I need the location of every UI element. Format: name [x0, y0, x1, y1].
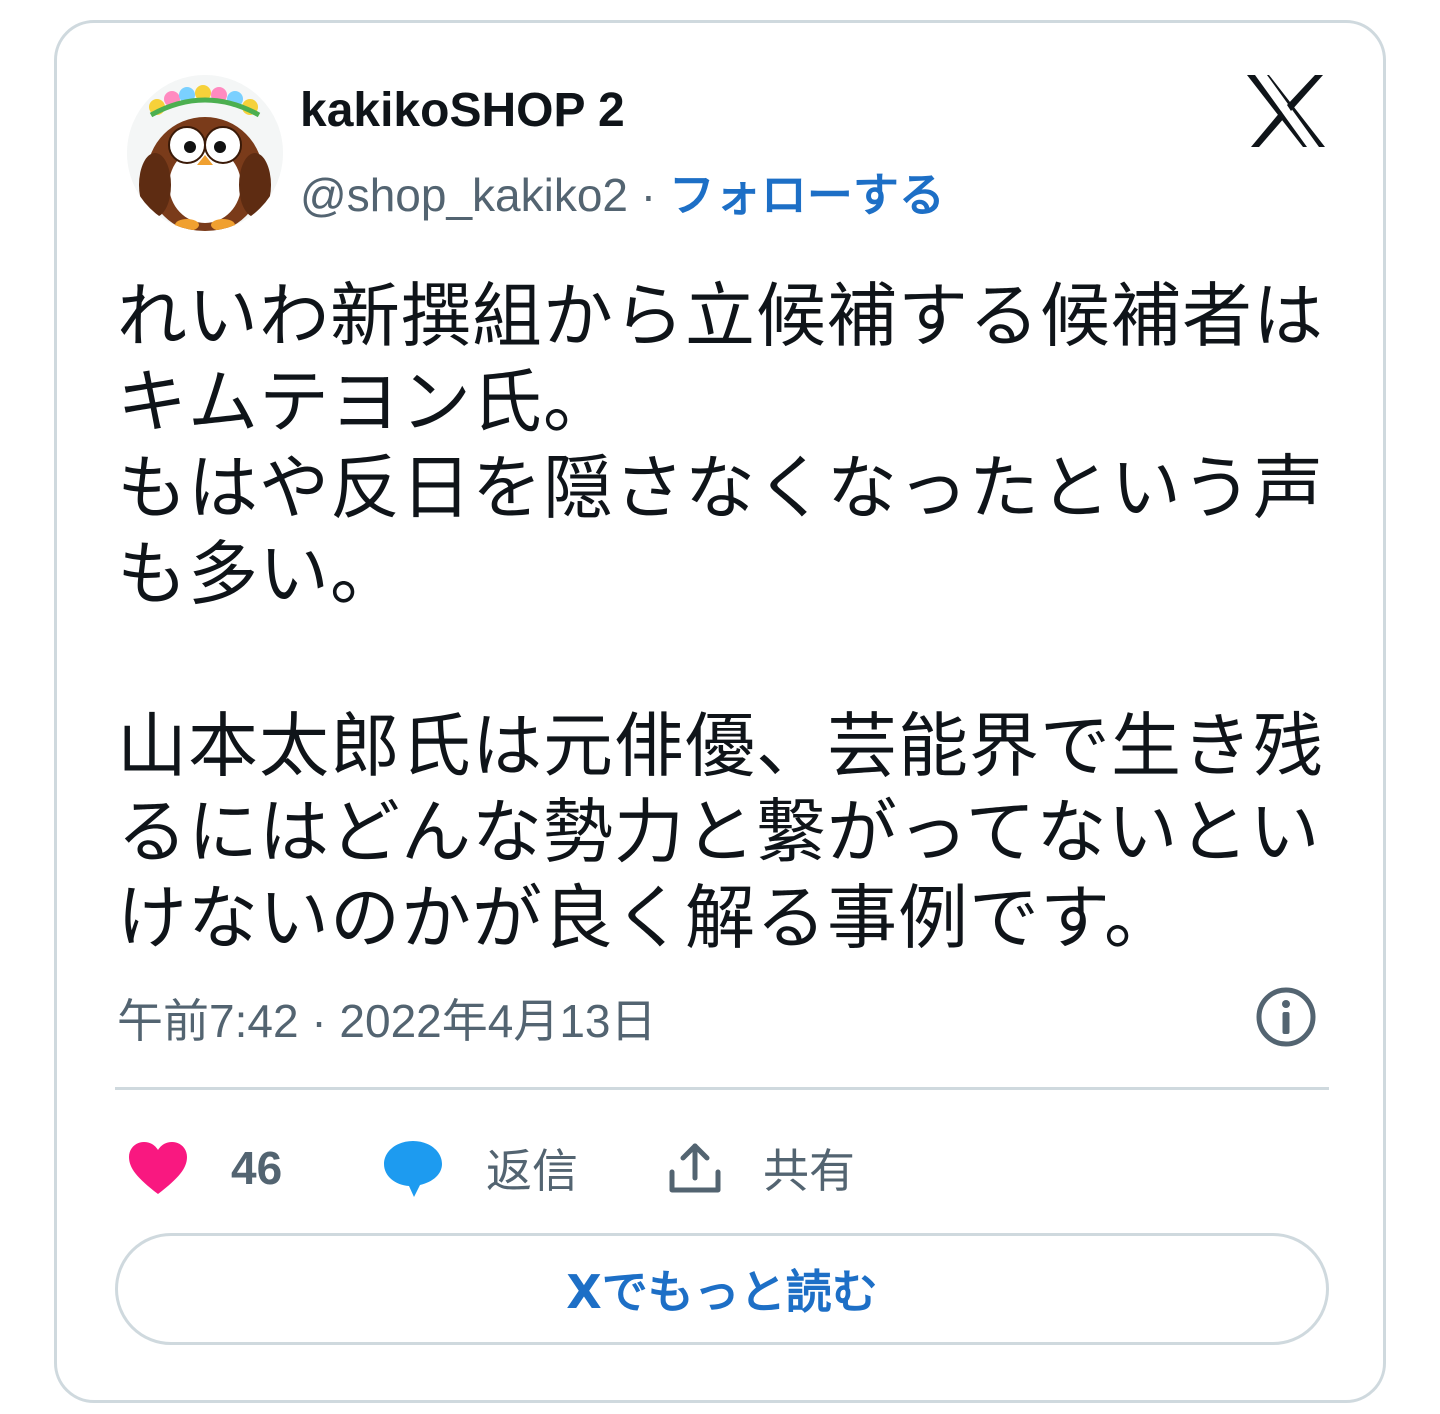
author-handle[interactable]: @shop_kakiko2: [300, 169, 628, 221]
tweet-embed-card: kakikoSHOP 2 @shop_kakiko2 · フォローする れいわ新…: [54, 20, 1386, 1403]
avatar[interactable]: [127, 75, 283, 231]
tweet-time: 午前7:42: [117, 995, 299, 1047]
share-button[interactable]: 共有: [667, 1128, 855, 1208]
handle-separator: ·: [640, 169, 657, 221]
follow-button[interactable]: フォローする: [669, 169, 945, 221]
x-logo-icon[interactable]: [1245, 73, 1327, 149]
like-button[interactable]: 46: [127, 1128, 282, 1208]
action-bar: 46 返信 共有: [127, 1128, 1027, 1208]
tweet-timestamp[interactable]: 午前7:42 · 2022年4月13日: [117, 985, 657, 1051]
read-more-on-x-button[interactable]: Xでもっと読む: [115, 1233, 1329, 1345]
author-display-name[interactable]: kakikoSHOP 2: [300, 83, 625, 138]
owl-avatar-image: [127, 75, 283, 231]
share-label: 共有: [763, 1145, 855, 1197]
author-subline: @shop_kakiko2 · フォローする: [300, 159, 945, 225]
share-upload-icon: [669, 1143, 721, 1193]
tweet-date: 2022年4月13日: [339, 995, 657, 1047]
reply-label: 返信: [486, 1145, 578, 1197]
timestamp-separator: ·: [311, 995, 327, 1047]
speech-bubble-icon: [384, 1141, 442, 1197]
divider: [115, 1087, 1329, 1090]
info-icon[interactable]: [1255, 986, 1317, 1048]
heart-icon: [129, 1142, 187, 1194]
tweet-text: れいわ新撰組から立候補する候補者は キムテヨン氏。 もはや反日を隠さなくなったと…: [117, 275, 1324, 959]
like-count: 46: [231, 1142, 283, 1194]
reply-button[interactable]: 返信: [382, 1128, 578, 1208]
